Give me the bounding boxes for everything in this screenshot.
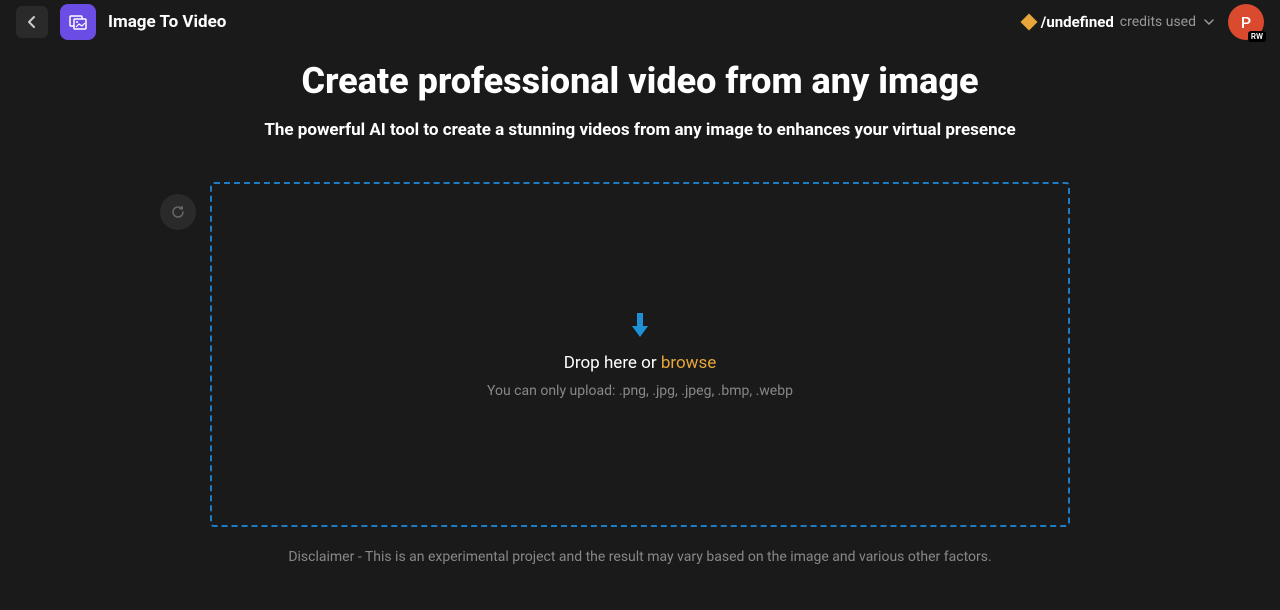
format-hint: You can only upload: .png, .jpg, .jpeg, … — [487, 383, 793, 399]
avatar-container[interactable]: P RW — [1228, 4, 1264, 40]
drop-text-prefix: Drop here or — [564, 353, 661, 373]
file-dropzone[interactable]: Drop here or browse You can only upload:… — [210, 182, 1070, 527]
credits-value: /undefined — [1041, 13, 1114, 31]
credits-dropdown[interactable]: /undefined credits used — [1023, 13, 1216, 31]
header-left: Image To Video — [16, 4, 226, 40]
header-right: /undefined credits used P RW — [1023, 4, 1264, 40]
upload-area-container: Drop here or browse You can only upload:… — [210, 182, 1070, 527]
arrow-down-icon — [628, 311, 652, 339]
avatar-initial: P — [1241, 13, 1251, 32]
page-subtitle: The powerful AI tool to create a stunnin… — [264, 120, 1015, 140]
image-video-icon — [68, 12, 88, 32]
content: Create professional video from any image… — [0, 44, 1280, 565]
diamond-icon — [1020, 14, 1037, 31]
disclaimer-text: Disclaimer - This is an experimental pro… — [288, 549, 991, 565]
arrow-left-icon — [24, 14, 40, 30]
back-button[interactable] — [16, 6, 48, 38]
refresh-icon — [170, 204, 186, 220]
page-title: Create professional video from any image — [302, 60, 979, 102]
refresh-button[interactable] — [160, 194, 196, 230]
credits-label: credits used — [1120, 14, 1196, 30]
avatar-badge: RW — [1248, 31, 1266, 42]
app-title: Image To Video — [108, 12, 226, 32]
app-icon — [60, 4, 96, 40]
chevron-down-icon — [1202, 15, 1216, 29]
drop-text: Drop here or browse — [564, 353, 717, 373]
browse-link[interactable]: browse — [661, 353, 716, 373]
header: Image To Video /undefined credits used P… — [0, 0, 1280, 44]
